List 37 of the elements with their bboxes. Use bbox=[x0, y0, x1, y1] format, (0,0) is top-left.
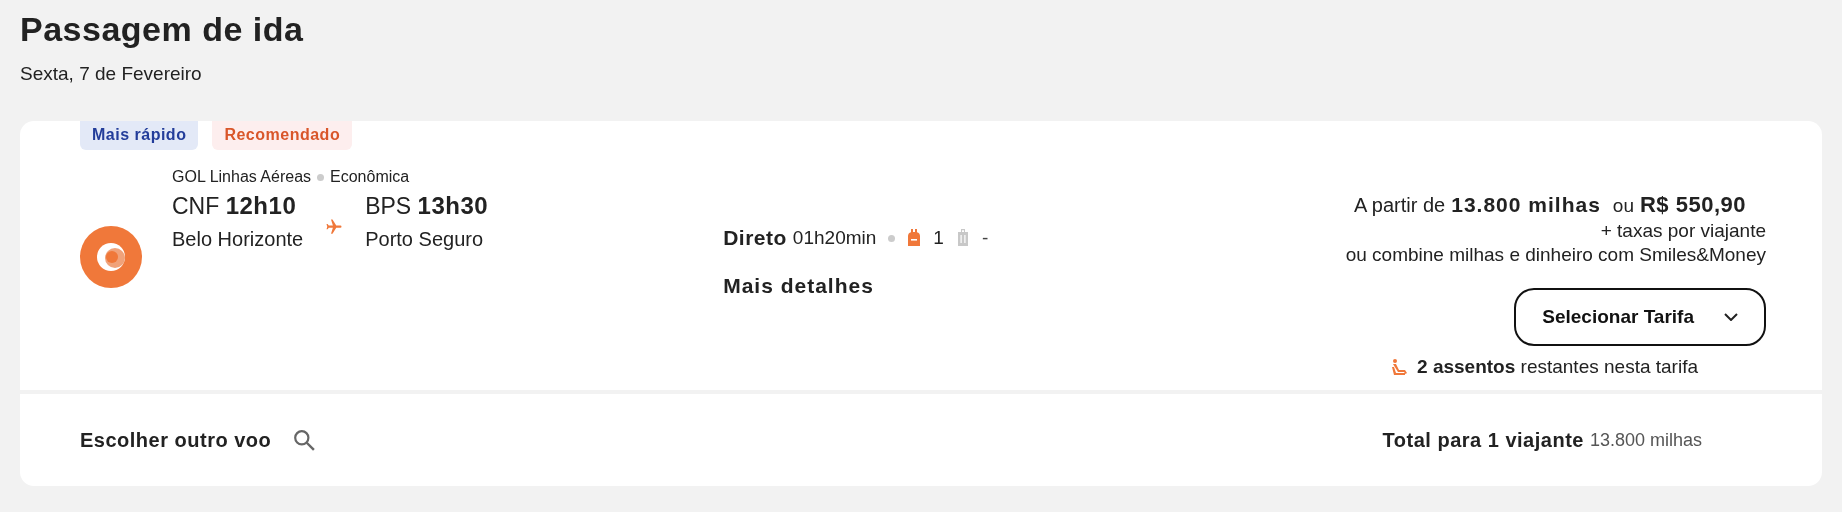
miles-price: 13.800 milhas bbox=[1451, 193, 1601, 217]
page-title: Passagem de ida bbox=[20, 10, 305, 49]
select-fare-button[interactable]: Selecionar Tarifa bbox=[1514, 288, 1766, 346]
seat-icon bbox=[1391, 358, 1410, 376]
cabin-class: Econômica bbox=[330, 168, 410, 186]
flight-date: Sexta, 7 de Fevereiro bbox=[20, 63, 203, 85]
airport-code: CNF bbox=[172, 193, 220, 219]
arrival-time: 13h30 bbox=[417, 192, 489, 219]
separator-dot bbox=[888, 234, 896, 242]
baggage-count: - bbox=[981, 227, 989, 249]
flight-duration: 01h20min bbox=[792, 227, 877, 249]
choose-other-flight-link[interactable]: Escolher outro voo bbox=[80, 428, 272, 452]
airplane-icon bbox=[325, 217, 344, 236]
stops-label: Direto bbox=[723, 226, 787, 250]
city-name: Belo Horizonte bbox=[172, 228, 304, 251]
airline-logo-icon bbox=[80, 226, 142, 288]
departure-time: 12h10 bbox=[225, 192, 297, 219]
flight-tag: Recomendado bbox=[212, 121, 353, 150]
or-label: ou bbox=[1612, 195, 1634, 217]
price-prefix: A partir de bbox=[1354, 194, 1446, 217]
flight-tag: Mais rápido bbox=[80, 121, 199, 150]
airport-code: BPS bbox=[365, 193, 412, 219]
money-price: R$ 550,90 bbox=[1639, 192, 1746, 218]
city-name: Porto Seguro bbox=[365, 228, 485, 251]
suitcase-icon bbox=[955, 229, 970, 247]
taxes-note: + taxas por viajante bbox=[1600, 220, 1766, 242]
separator-dot bbox=[317, 173, 325, 181]
baggage-count: 1 bbox=[933, 227, 944, 249]
airline-name: GOL Linhas Aéreas bbox=[172, 168, 312, 186]
backpack-icon bbox=[907, 229, 922, 247]
combine-note: ou combine milhas e dinheiro com Smiles&Money bbox=[1345, 244, 1766, 266]
total-value: 13.800 milhas bbox=[1589, 429, 1702, 451]
total-label: Total para 1 viajante bbox=[1382, 428, 1584, 452]
chevron-down-icon bbox=[1724, 313, 1738, 321]
details-link[interactable]: Mais detalhes bbox=[723, 274, 989, 298]
seats-remaining: 2 assentos restantes nesta tarifa bbox=[1417, 356, 1698, 378]
search-icon[interactable] bbox=[293, 429, 316, 451]
